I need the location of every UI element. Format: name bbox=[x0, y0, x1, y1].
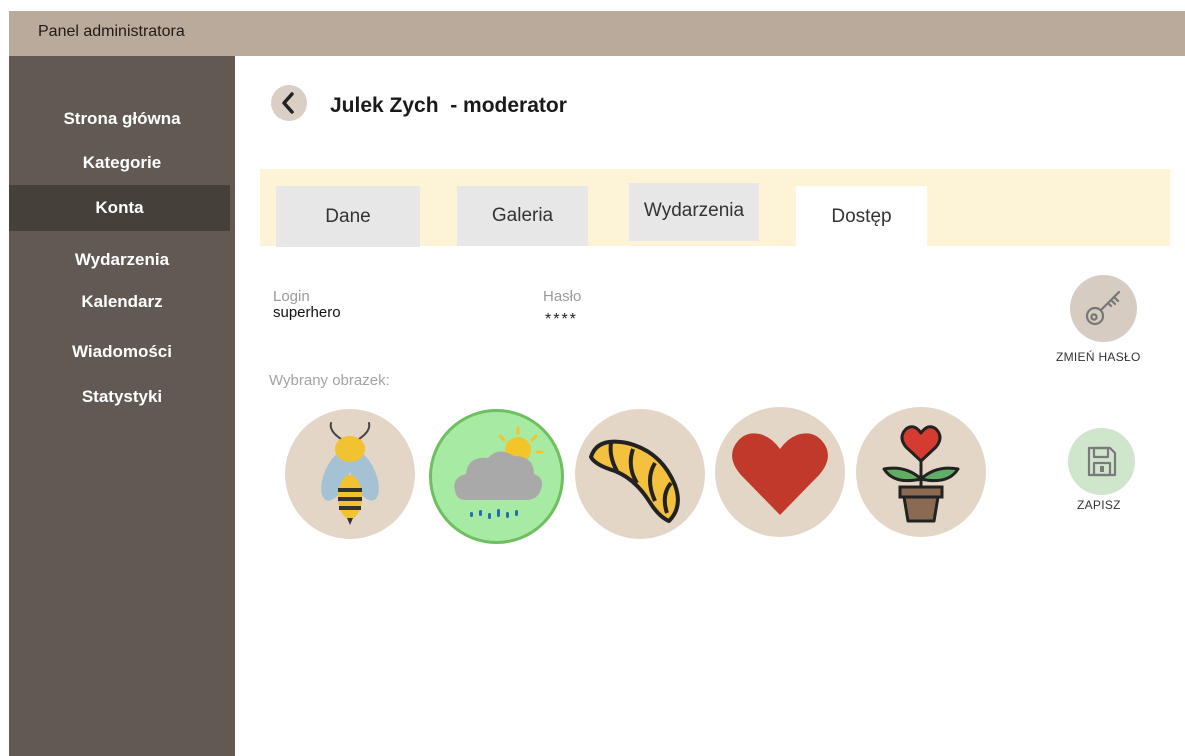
heart-icon bbox=[732, 433, 828, 515]
floppy-disk-icon bbox=[1087, 446, 1117, 477]
bee-icon bbox=[321, 422, 379, 525]
heart-flower-pot-icon bbox=[882, 425, 960, 523]
sidebar-item-events[interactable]: Wydarzenia bbox=[9, 237, 235, 283]
sidebar-item-statistics[interactable]: Statystyki bbox=[9, 374, 235, 420]
back-button[interactable] bbox=[271, 85, 307, 121]
save-label[interactable]: ZAPISZ bbox=[1077, 498, 1121, 512]
sidebar-item-calendar[interactable]: Kalendarz bbox=[9, 279, 235, 325]
tab-dane[interactable]: Dane bbox=[276, 186, 420, 247]
sidebar-item-messages[interactable]: Wiadomości bbox=[9, 329, 235, 375]
page-title: Julek Zych - moderator bbox=[330, 94, 567, 117]
avatar-option-heart[interactable] bbox=[715, 407, 845, 537]
sidebar-item-home[interactable]: Strona główna bbox=[9, 96, 235, 142]
app-title: Panel administratora bbox=[38, 23, 185, 40]
login-value: superhero bbox=[273, 304, 341, 321]
login-label: Login bbox=[273, 288, 310, 305]
tab-wydarzenia[interactable]: Wydarzenia bbox=[629, 183, 759, 241]
key-icon bbox=[1085, 290, 1121, 326]
tab-galeria[interactable]: Galeria bbox=[457, 186, 588, 246]
selected-image-label: Wybrany obrazek: bbox=[269, 372, 390, 389]
avatar-option-heart-flower-pot[interactable] bbox=[856, 407, 986, 537]
chevron-left-icon bbox=[282, 92, 294, 114]
change-password-label[interactable]: ZMIEŃ HASŁO bbox=[1056, 350, 1141, 364]
password-value: **** bbox=[545, 311, 578, 328]
avatar-option-rain-cloud[interactable] bbox=[429, 409, 564, 544]
avatar-option-croissant[interactable] bbox=[575, 409, 705, 539]
sidebar: Strona główna Kategorie Konta Wydarzenia… bbox=[9, 56, 235, 756]
save-button[interactable] bbox=[1068, 428, 1135, 495]
avatar-option-bee[interactable] bbox=[285, 409, 415, 539]
change-password-button[interactable] bbox=[1070, 275, 1137, 342]
croissant-icon bbox=[589, 439, 680, 523]
sidebar-item-categories[interactable]: Kategorie bbox=[9, 140, 235, 186]
tab-dostep[interactable]: Dostęp bbox=[796, 186, 927, 247]
sidebar-item-accounts[interactable]: Konta bbox=[9, 185, 230, 231]
rain-cloud-sun-icon bbox=[454, 426, 544, 519]
password-label: Hasło bbox=[543, 288, 582, 305]
top-bar: Panel administratora bbox=[9, 11, 1185, 56]
